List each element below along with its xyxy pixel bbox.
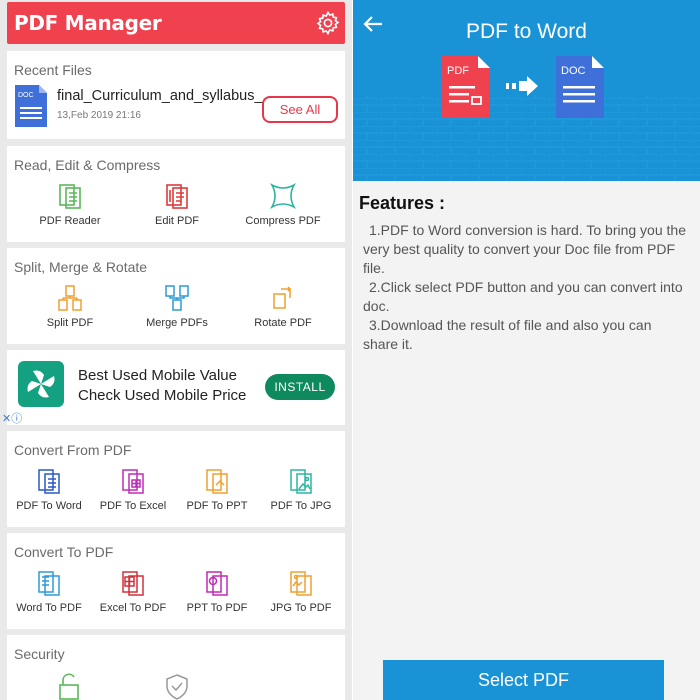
app-bar: PDF Manager — [7, 2, 345, 44]
convert-from-pdf-card: Convert From PDF PDF To Word PDF To Exce… — [7, 431, 345, 527]
unlock-icon[interactable] — [57, 673, 81, 700]
install-button[interactable]: INSTALL — [265, 374, 335, 400]
split-merge-rotate-card: Split, Merge & Rotate Split PDF Merge PD… — [7, 248, 345, 344]
merge-pdfs-icon — [165, 285, 189, 311]
pdf-badge-text: PDF — [447, 65, 469, 77]
excel-to-pdf-icon — [122, 571, 144, 596]
pdf-to-ppt-tool[interactable]: PDF To PPT — [175, 467, 259, 512]
rotate-pdf-label: Rotate PDF — [254, 317, 312, 329]
jpg-to-pdf-icon — [290, 571, 312, 596]
read-edit-compress-heading: Read, Edit & Compress — [14, 157, 161, 173]
excel-to-pdf-label: Excel To PDF — [99, 602, 167, 614]
gear-icon[interactable] — [315, 10, 341, 36]
pdf-to-word-screen: PDF to Word PDF DOC Features : 1.PDF to … — [353, 0, 700, 700]
convert-arrow-icon — [506, 76, 538, 96]
jpg-to-pdf-tool[interactable]: JPG To PDF — [259, 569, 343, 614]
word-to-pdf-icon — [38, 571, 60, 596]
ppt-to-pdf-icon — [206, 571, 228, 596]
pdf-to-word-tool[interactable]: PDF To Word — [7, 467, 91, 512]
pdf-reader-icon — [59, 184, 81, 209]
security-heading: Security — [14, 646, 65, 662]
convert-from-pdf-heading: Convert From PDF — [14, 442, 132, 458]
pdf-reader-tool[interactable]: PDF Reader — [20, 182, 120, 227]
jpg-to-pdf-label: JPG To PDF — [270, 602, 332, 614]
pdf-reader-label: PDF Reader — [39, 215, 101, 227]
compress-pdf-label: Compress PDF — [245, 215, 321, 227]
pdf-to-excel-icon — [122, 469, 144, 494]
excel-to-pdf-tool[interactable]: Excel To PDF — [91, 569, 175, 614]
rotate-pdf-tool[interactable]: Rotate PDF — [233, 284, 333, 329]
ad-headline: Best Used Mobile Value — [78, 367, 237, 384]
compress-pdf-tool[interactable]: Compress PDF — [233, 182, 333, 227]
pdf-to-jpg-icon — [290, 469, 312, 494]
select-pdf-button[interactable]: Select PDF — [383, 660, 664, 700]
pdf-manager-screen: PDF Manager Recent Files DOC final_Curri… — [0, 0, 352, 700]
screen-title: PDF to Word — [466, 20, 587, 43]
rotate-pdf-icon — [273, 286, 292, 309]
doc-output-badge-text: DOC — [561, 65, 586, 77]
split-merge-rotate-heading: Split, Merge & Rotate — [14, 259, 148, 275]
pdf-to-jpg-tool[interactable]: PDF To JPG — [259, 467, 343, 512]
ad-subline: Check Used Mobile Price — [78, 387, 247, 404]
pdf-to-jpg-label: PDF To JPG — [270, 500, 332, 512]
header-banner: PDF to Word PDF DOC — [353, 0, 700, 181]
pinwheel-icon — [27, 370, 55, 398]
feature-1: 1.PDF to Word conversion is hard. To bri… — [363, 222, 686, 276]
split-pdf-tool[interactable]: Split PDF — [20, 284, 120, 329]
features-heading: Features : — [359, 193, 446, 213]
convert-to-pdf-card: Convert To PDF Word To PDF Excel To PDF … — [7, 533, 345, 629]
read-edit-compress-card: Read, Edit & Compress PDF Reader Edit PD… — [7, 146, 345, 242]
see-all-button[interactable]: See All — [262, 96, 338, 123]
edit-pdf-label: Edit PDF — [154, 215, 199, 227]
pdf-to-word-icon — [38, 469, 60, 494]
doc-badge-text: DOC — [18, 92, 34, 99]
pdf-to-ppt-icon — [206, 469, 228, 494]
ad-choices-close-icon[interactable]: ✕ⓘ — [2, 410, 22, 426]
pdf-to-excel-label: PDF To Excel — [99, 500, 167, 512]
ppt-to-pdf-label: PPT To PDF — [186, 602, 248, 614]
merge-pdfs-tool[interactable]: Merge PDFs — [127, 284, 227, 329]
compress-pdf-icon — [269, 182, 297, 210]
pdf-to-excel-tool[interactable]: PDF To Excel — [91, 467, 175, 512]
security-card: Security — [7, 635, 345, 700]
recent-file-name[interactable]: final_Curriculum_and_syllabus_.. — [57, 88, 267, 104]
shield-check-icon[interactable] — [164, 673, 190, 700]
word-to-pdf-tool[interactable]: Word To PDF — [7, 569, 91, 614]
edit-pdf-icon — [166, 184, 188, 209]
split-pdf-label: Split PDF — [46, 317, 94, 329]
split-pdf-icon — [58, 285, 82, 311]
pdf-to-word-label: PDF To Word — [16, 500, 82, 512]
word-to-pdf-label: Word To PDF — [16, 602, 82, 614]
edit-pdf-tool[interactable]: Edit PDF — [127, 182, 227, 227]
merge-pdfs-label: Merge PDFs — [146, 317, 208, 329]
recent-file-date: 13,Feb 2019 21:16 — [57, 110, 141, 121]
doc-output-icon: DOC — [556, 56, 604, 118]
pdf-file-icon: PDF — [442, 56, 490, 118]
feature-2: 2.Click select PDF button and you can co… — [363, 279, 683, 314]
doc-file-icon[interactable]: DOC — [15, 85, 47, 127]
recent-files-heading: Recent Files — [14, 62, 92, 78]
ppt-to-pdf-tool[interactable]: PPT To PDF — [175, 569, 259, 614]
feature-3: 3.Download the result of file and also y… — [363, 317, 652, 352]
app-title: PDF Manager — [14, 11, 162, 35]
recent-files-card: Recent Files DOC final_Curriculum_and_sy… — [7, 51, 345, 139]
ad-logo — [18, 361, 64, 407]
pdf-to-ppt-label: PDF To PPT — [186, 500, 248, 512]
convert-to-pdf-heading: Convert To PDF — [14, 544, 114, 560]
ad-banner[interactable]: Best Used Mobile Value Check Used Mobile… — [7, 350, 345, 425]
